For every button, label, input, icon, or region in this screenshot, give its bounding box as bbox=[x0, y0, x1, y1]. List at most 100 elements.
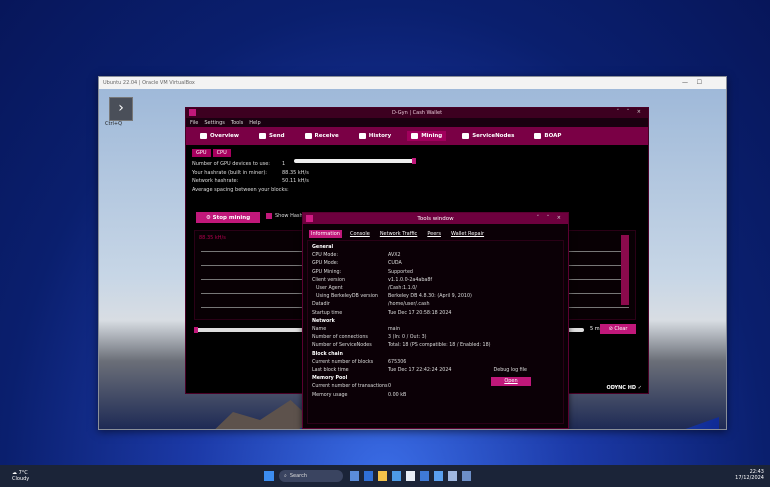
slider-handle[interactable] bbox=[412, 158, 416, 164]
info-row: CPU Mode: AVX2 bbox=[312, 252, 559, 260]
info-row: User Agent/Cash:1.1.0/ bbox=[312, 285, 559, 293]
clock[interactable]: 22:43 17/12/2024 bbox=[735, 469, 764, 481]
network-hashrate-label: Network hashrate: bbox=[192, 178, 239, 184]
minimize-button[interactable]: — bbox=[682, 79, 688, 86]
info-value: v1.1.0.0-2a4aba8f bbox=[388, 277, 433, 283]
info-value: main bbox=[388, 327, 400, 333]
tab-send[interactable]: Send bbox=[255, 131, 289, 141]
main-toolbar: Overview Send Receive History Mining Ser… bbox=[186, 127, 648, 145]
tab-console[interactable]: Console bbox=[348, 230, 372, 238]
vm-window-title: Ubuntu 22.04 | Oracle VM VirtualBox bbox=[103, 80, 195, 86]
search-icon: ⌕ bbox=[284, 473, 287, 479]
app-icon[interactable] bbox=[462, 471, 471, 481]
hashrate-value: 88.35 kH/s bbox=[282, 169, 309, 176]
stop-mining-button[interactable]: ⚙ Stop mining bbox=[196, 212, 260, 223]
info-value: 675306 bbox=[388, 359, 407, 365]
tab-peers[interactable]: Peers bbox=[425, 230, 443, 238]
maximize-button[interactable]: ☐ bbox=[697, 79, 702, 86]
section-general: General bbox=[312, 245, 334, 250]
tab-receive[interactable]: Receive bbox=[301, 131, 343, 141]
tab-boap[interactable]: BOAP bbox=[530, 131, 565, 141]
task-view-icon[interactable] bbox=[350, 471, 359, 481]
info-key: Number of ServiceNodes bbox=[312, 343, 372, 349]
info-key: Name bbox=[312, 327, 327, 333]
info-value: CUDA bbox=[388, 261, 402, 267]
tab-network-traffic[interactable]: Network Traffic bbox=[378, 230, 420, 238]
store-icon[interactable] bbox=[392, 471, 401, 481]
tools-tabs: Information Console Network Traffic Peer… bbox=[303, 224, 568, 238]
taskbar-search[interactable]: ⌕ Search bbox=[279, 470, 343, 482]
tools-window-controls[interactable]: ˅ ˄ × bbox=[537, 215, 564, 221]
clear-button[interactable]: ⊘ Clear bbox=[600, 324, 636, 334]
mining-row: Average spacing between your blocks: bbox=[192, 186, 642, 195]
tab-wallet-repair[interactable]: Wallet Repair bbox=[449, 230, 486, 238]
info-row: Number of ServiceNodes Total: 18 (PS comp… bbox=[312, 342, 559, 350]
tab-history[interactable]: History bbox=[355, 131, 395, 141]
menu-file[interactable]: File bbox=[190, 120, 198, 126]
tab-mining[interactable]: Mining bbox=[407, 131, 447, 141]
edge-icon[interactable] bbox=[364, 471, 373, 481]
avg-spacing-label: Average spacing between your blocks: bbox=[192, 186, 289, 193]
info-value: AVX2 bbox=[388, 253, 401, 259]
tools-title: Tools window bbox=[417, 215, 454, 222]
info-row: GPU Mode: CUDA bbox=[312, 260, 559, 268]
info-value: /Cash:1.1.0/ bbox=[388, 286, 417, 292]
hashrate-label: Your hashrate (built in miner): bbox=[192, 169, 267, 176]
status-text: ODYNC HD bbox=[606, 385, 637, 391]
tab-information[interactable]: Information bbox=[309, 230, 342, 238]
windows-start-icon[interactable] bbox=[264, 471, 274, 481]
app-titlebar: D-Gyn | Cash Wallet ˅ ˄ × bbox=[186, 108, 648, 118]
checkbox-icon bbox=[266, 213, 272, 219]
virtualbox-icon[interactable] bbox=[434, 471, 443, 481]
gpu-devices-slider[interactable] bbox=[294, 158, 416, 164]
info-key: User Agent bbox=[316, 286, 343, 292]
tab-boap-label: BOAP bbox=[544, 133, 562, 139]
info-row: Memory usage 0.00 kB bbox=[312, 392, 559, 400]
tools-logo-icon bbox=[306, 215, 313, 222]
info-row: Name main bbox=[312, 326, 559, 334]
info-row: Current number of blocks 675306 bbox=[312, 359, 559, 367]
host-taskbar: ☁ 7°C Cloudy ⌕ Search 22:43 17/12/2024 bbox=[0, 465, 770, 487]
app-window-controls[interactable]: ˅ ˄ × bbox=[617, 109, 644, 115]
weather-desc: Cloudy bbox=[12, 476, 30, 482]
tab-history-label: History bbox=[368, 133, 392, 139]
weather-widget[interactable]: ☁ 7°C Cloudy bbox=[12, 470, 29, 482]
tab-servicenodes[interactable]: ServiceNodes bbox=[458, 131, 518, 141]
menu-help[interactable]: Help bbox=[249, 120, 260, 126]
mining-row: Network hashrate: 50.11 kH/s bbox=[192, 177, 642, 186]
clear-label: Clear bbox=[614, 326, 628, 332]
tab-overview-label: Overview bbox=[210, 133, 239, 139]
mining-row: Number of GPU devices to use: 1 bbox=[192, 160, 642, 169]
info-key: CPU Mode: bbox=[312, 253, 338, 259]
file-explorer-icon[interactable] bbox=[378, 471, 387, 481]
slider-handle[interactable] bbox=[194, 327, 198, 333]
search-placeholder: Search bbox=[289, 473, 307, 479]
subtab-gpu[interactable]: GPU bbox=[192, 149, 211, 157]
settings-icon[interactable] bbox=[420, 471, 429, 481]
guest-icon-label: Ctrl+Q bbox=[105, 121, 123, 127]
chevron-right-icon[interactable]: › bbox=[109, 97, 133, 121]
time-range-label: 5 m bbox=[590, 326, 600, 332]
terminal-icon[interactable] bbox=[448, 471, 457, 481]
menu-settings[interactable]: Settings bbox=[204, 120, 225, 126]
tab-overview[interactable]: Overview bbox=[196, 131, 243, 141]
information-panel: General CPU Mode: AVX2 GPU Mode: CUDA GPU Mi… bbox=[307, 240, 564, 424]
tools-titlebar: Tools window ˅ ˄ × bbox=[303, 213, 568, 224]
open-debug-log-button[interactable]: Open bbox=[491, 377, 531, 386]
vm-window: Ubuntu 22.04 | Oracle VM VirtualBox — ☐ … bbox=[98, 76, 727, 430]
subtab-cpu[interactable]: CPU bbox=[212, 149, 231, 157]
menu-tools[interactable]: Tools bbox=[231, 120, 243, 126]
info-key: Startup time bbox=[312, 310, 343, 316]
tab-send-label: Send bbox=[269, 133, 285, 139]
info-key: Last block time bbox=[312, 368, 349, 374]
info-row: Using BerkeleyDB version Berkeley DB 4.8.… bbox=[312, 293, 559, 301]
network-rows: Name main Number of connections 3 (In: 0 / … bbox=[312, 326, 559, 351]
mining-info: Number of GPU devices to use: 1 Your hash… bbox=[186, 157, 648, 197]
mail-icon[interactable] bbox=[406, 471, 415, 481]
mining-icon bbox=[411, 133, 419, 139]
info-value: Supported bbox=[388, 269, 413, 275]
vm-titlebar: Ubuntu 22.04 | Oracle VM VirtualBox — ☐ bbox=[99, 77, 726, 89]
debug-log-label: Debug log file bbox=[493, 368, 527, 373]
info-value: Berkeley DB 4.8.30: (April 9, 2010) bbox=[388, 294, 472, 300]
info-value: Total: 18 (PS compatible: 18 / Enabled: … bbox=[388, 343, 491, 349]
